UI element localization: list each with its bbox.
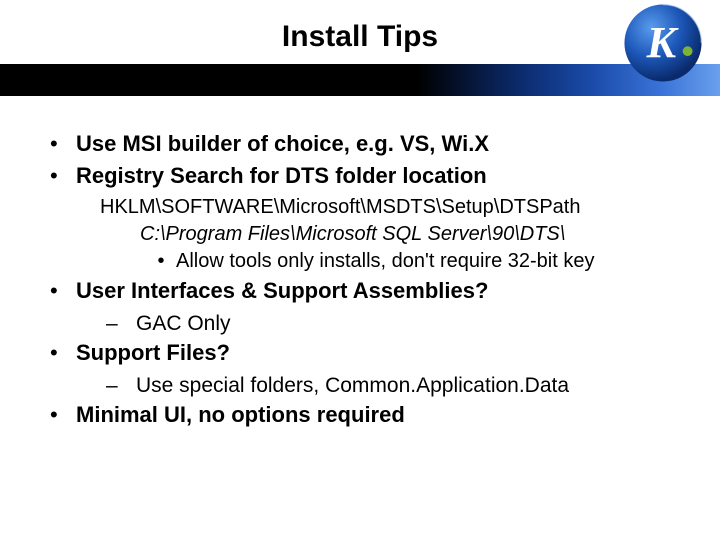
bullet-3-sub1-row: – GAC Only — [106, 309, 680, 339]
bullet-icon: • — [50, 162, 76, 190]
bullet-2-sub3-row: • Allow tools only installs, don't requi… — [146, 248, 680, 275]
header-stripe — [0, 64, 720, 96]
bullet-3-sub1: GAC Only — [136, 309, 231, 339]
bullet-2-sub2: C:\Program Files\Microsoft SQL Server\90… — [140, 221, 680, 248]
svg-text:K: K — [646, 18, 679, 67]
bullet-2: • Registry Search for DTS folder locatio… — [50, 162, 680, 190]
bullet-3: • User Interfaces & Support Assemblies? — [50, 277, 680, 305]
dash-icon: – — [106, 371, 136, 401]
bullet-4-sub1-row: – Use special folders, Common.Applicatio… — [106, 371, 680, 401]
dash-icon: – — [106, 309, 136, 339]
bullet-5: • Minimal UI, no options required — [50, 401, 680, 429]
bullet-icon: • — [50, 130, 76, 158]
bullet-4-sub1: Use special folders, Common.Application.… — [136, 371, 569, 401]
bullet-1: • Use MSI builder of choice, e.g. VS, Wi… — [50, 130, 680, 158]
bullet-2-sub1: HKLM\SOFTWARE\Microsoft\MSDTS\Setup\DTSP… — [100, 194, 680, 221]
bullet-icon: • — [50, 401, 76, 429]
slide-header: Install Tips K — [0, 0, 720, 96]
slide-title: Install Tips — [0, 20, 720, 54]
bullet-1-text: Use MSI builder of choice, e.g. VS, Wi.X — [76, 130, 489, 158]
logo-icon: K — [622, 2, 704, 84]
slide-body: • Use MSI builder of choice, e.g. VS, Wi… — [50, 130, 680, 433]
bullet-3-text: User Interfaces & Support Assemblies? — [76, 277, 488, 305]
bullet-icon: • — [50, 339, 76, 367]
bullet-5-text: Minimal UI, no options required — [76, 401, 405, 429]
bullet-2-text: Registry Search for DTS folder location — [76, 162, 487, 190]
bullet-4-text: Support Files? — [76, 339, 230, 367]
bullet-icon: • — [50, 277, 76, 305]
bullet-2-sub3: Allow tools only installs, don't require… — [176, 248, 594, 275]
bullet-4: • Support Files? — [50, 339, 680, 367]
bullet-icon: • — [146, 248, 176, 275]
